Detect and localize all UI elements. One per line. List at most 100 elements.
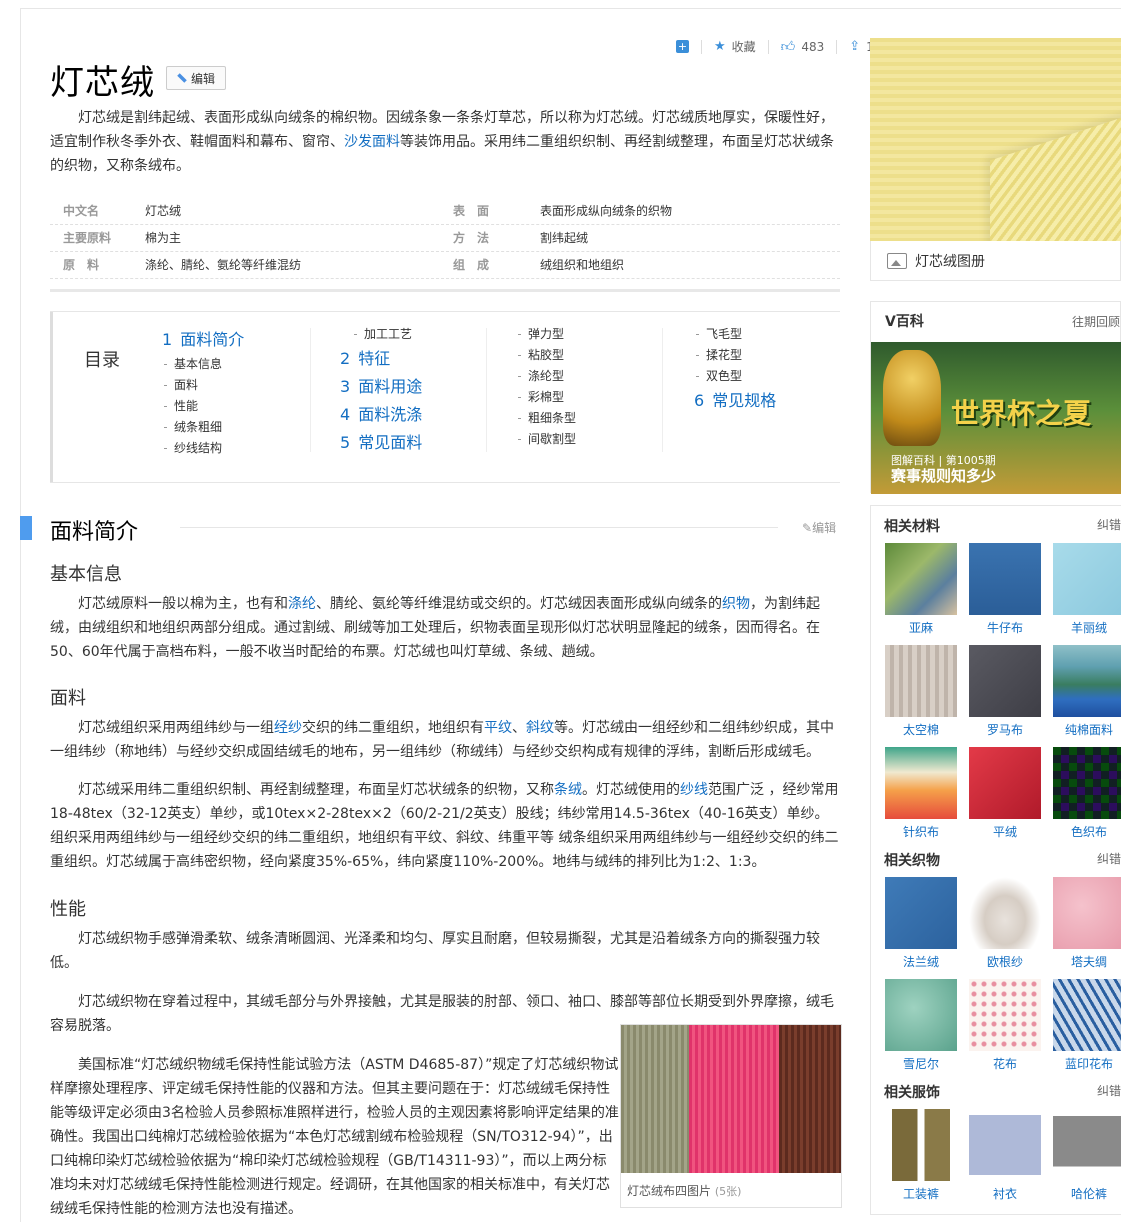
toc-divider <box>486 328 487 452</box>
related-fabrics-title: 相关织物 <box>884 853 940 869</box>
hero-image[interactable] <box>870 38 1121 241</box>
toc-column: 弹力型 粘胶型 涤纶型 彩棉型 粗细条型 间歇割型 <box>516 324 576 450</box>
toc-item-5[interactable]: 5 常见面料 <box>340 429 422 457</box>
report-error-link[interactable]: 纠错 <box>1097 1082 1121 1099</box>
toc-subitem[interactable]: 双色型 <box>694 366 776 387</box>
related-item[interactable]: 衬衣 <box>969 1109 1041 1202</box>
related-item[interactable]: 太空棉 <box>885 645 957 738</box>
toc-item-4[interactable]: 4 面料洗涤 <box>340 401 422 429</box>
page-title: 灯芯绒 <box>50 63 155 103</box>
twill-link[interactable]: 斜纹 <box>526 720 554 736</box>
related-item[interactable]: 雪尼尔 <box>885 979 957 1072</box>
favorite-button[interactable]: 收藏 <box>732 38 756 55</box>
plain-weave-link[interactable]: 平纹 <box>484 720 512 736</box>
toc-subitem[interactable]: 间歇割型 <box>516 429 576 450</box>
toc-subitem[interactable]: 性能 <box>162 396 244 417</box>
thumbs-up-icon[interactable]: 👍︎ <box>781 38 796 55</box>
related-item[interactable]: 色织布 <box>1053 747 1121 840</box>
toc-item-6[interactable]: 6 常见规格 <box>694 387 776 415</box>
toc-subitem[interactable]: 面料 <box>162 375 244 396</box>
polyester-link[interactable]: 涤纶 <box>288 596 316 612</box>
toc-column: 飞毛型 揉花型 双色型 6 常见规格 <box>694 324 776 415</box>
related-item[interactable]: 罗马布 <box>969 645 1041 738</box>
edit-label: 编辑 <box>190 71 215 86</box>
pencil-icon: ✎ <box>802 521 813 535</box>
toc-subitem[interactable]: 彩棉型 <box>516 387 576 408</box>
album-link[interactable]: 灯芯绒图册 <box>870 241 1121 281</box>
toc-item-2[interactable]: 2 特征 <box>340 345 422 373</box>
subheading-performance: 性能 <box>50 899 86 920</box>
page-border-left <box>20 8 21 1222</box>
toc-subitem[interactable]: 飞毛型 <box>694 324 776 345</box>
related-item[interactable]: 欧根纱 <box>969 877 1041 970</box>
toc-subitem[interactable]: 绒条粗细 <box>162 417 244 438</box>
share-icon[interactable]: ⇪ <box>849 39 860 54</box>
paragraph: 美国标准“灯芯绒织物绒毛保持性能试验方法（ASTM D4685-87）”规定了灯… <box>50 1057 619 1217</box>
related-item[interactable]: 哈伦裤 <box>1053 1109 1121 1202</box>
yarn-link[interactable]: 纱线 <box>680 782 708 798</box>
inline-figure[interactable]: 灯芯绒布四图片 (5张) <box>620 1024 842 1208</box>
toc-subitem[interactable]: 基本信息 <box>162 354 244 375</box>
related-item[interactable]: 蓝印花布 <box>1053 979 1121 1072</box>
banner-headline: 世界杯之夏 <box>951 397 1092 430</box>
edit-button[interactable]: 编辑 <box>166 66 226 90</box>
toc-subitem[interactable]: 涤纶型 <box>516 366 576 387</box>
toc-subitem[interactable]: 揉花型 <box>694 345 776 366</box>
image-icon <box>887 252 907 269</box>
like-count[interactable]: 483 <box>801 40 824 54</box>
paragraph: 灯芯绒采用纬二重组织织制、再经割绒整理，布面呈灯芯状绒条的织物，又称条绒。灯芯绒… <box>50 782 839 870</box>
toc-subitem[interactable]: 粘胶型 <box>516 345 576 366</box>
related-item[interactable]: 法兰绒 <box>885 877 957 970</box>
toc-subitem[interactable]: 加工工艺 <box>352 324 422 345</box>
related-item[interactable]: 针织布 <box>885 747 957 840</box>
report-error-link[interactable]: 纠错 <box>1097 850 1121 867</box>
section-title: 面料简介 <box>50 520 139 545</box>
toc-subitem[interactable]: 粗细条型 <box>516 408 576 429</box>
divider <box>50 289 840 292</box>
toc-column: 加工工艺 2 特征 3 面料用途 4 面料洗涤 5 常见面料 <box>340 324 422 457</box>
vbaike-banner[interactable]: 世界杯之夏 图解百科 | 第1005期 赛事规则知多少 <box>871 342 1121 494</box>
info-row: 原 料涤纶、腈纶、氨纶等纤维混纺 组 成绒组织和地组织 <box>50 252 840 279</box>
top-actions: + ★ 收藏 👍︎ 483 ⇪ 17 <box>676 38 881 55</box>
related-item[interactable]: 塔夫绸 <box>1053 877 1121 970</box>
corduroy-image[interactable] <box>621 1025 841 1173</box>
subheading-basic-info: 基本信息 <box>50 564 122 585</box>
report-error-link[interactable]: 纠错 <box>1097 516 1121 533</box>
related-item[interactable]: 牛仔布 <box>969 543 1041 636</box>
related-item[interactable]: 工装裤 <box>885 1109 957 1202</box>
related-materials-title: 相关材料 <box>884 519 940 535</box>
sofa-fabric-link[interactable]: 沙发面料 <box>344 134 400 150</box>
related-clothing-title: 相关服饰 <box>884 1085 940 1101</box>
toc-divider <box>662 328 663 452</box>
corduroy-strip-link[interactable]: 条绒 <box>554 782 582 798</box>
paragraph: 灯芯绒织物手感弹滑柔软、绒条清晰圆润、光泽柔和均匀、厚实且耐磨，但较易撕裂，尤其… <box>50 931 820 971</box>
figure-caption: 灯芯绒布四图片 (5张) <box>627 1184 742 1198</box>
toc-subitem[interactable]: 纱线结构 <box>162 438 244 459</box>
pencil-icon <box>177 73 187 83</box>
trophy-icon <box>883 350 941 446</box>
section-edit-button[interactable]: ✎编辑 <box>802 519 836 536</box>
vbaike-module: V百科 往期回顾 世界杯之夏 图解百科 | 第1005期 赛事规则知多少 <box>870 301 1121 494</box>
basic-info-table: 中文名 灯芯绒 表 面表面形成纵向绒条的织物 主要原料 棉为主 方 法割纬起绒 原 … <box>50 198 840 279</box>
summary-paragraph: 灯芯绒是割纬起绒、表面形成纵向绒条的棉织物。因绒条象一条条灯草芯，所以称为灯芯绒… <box>50 110 834 174</box>
paragraph: 灯芯绒组织采用两组纬纱与一组经纱交织的纬二重组织，地组织有平纹、斜纹等。灯芯绒由… <box>50 720 834 760</box>
related-item[interactable]: 羊丽绒 <box>1053 543 1121 636</box>
star-icon[interactable]: ★ <box>714 39 726 54</box>
divider <box>767 39 769 54</box>
related-item[interactable]: 亚麻 <box>885 543 957 636</box>
plus-square-icon[interactable]: + <box>676 40 689 53</box>
divider <box>701 39 702 54</box>
past-issues-link[interactable]: 往期回顾 <box>1072 302 1120 342</box>
toc-item-1[interactable]: 1 面料简介 <box>162 326 244 354</box>
related-item[interactable]: 纯棉面料 <box>1053 645 1121 738</box>
related-item[interactable]: 花布 <box>969 979 1041 1072</box>
toc-subitem[interactable]: 弹力型 <box>516 324 576 345</box>
toc-item-3[interactable]: 3 面料用途 <box>340 373 422 401</box>
divider <box>836 39 838 54</box>
related-item[interactable]: 平绒 <box>969 747 1041 840</box>
fabric-link[interactable]: 织物 <box>722 596 750 612</box>
warp-link[interactable]: 经纱 <box>274 720 302 736</box>
vbaike-header: V百科 往期回顾 <box>871 302 1120 342</box>
toc-side-bar <box>50 312 53 482</box>
subheading-fabric: 面料 <box>50 688 86 709</box>
